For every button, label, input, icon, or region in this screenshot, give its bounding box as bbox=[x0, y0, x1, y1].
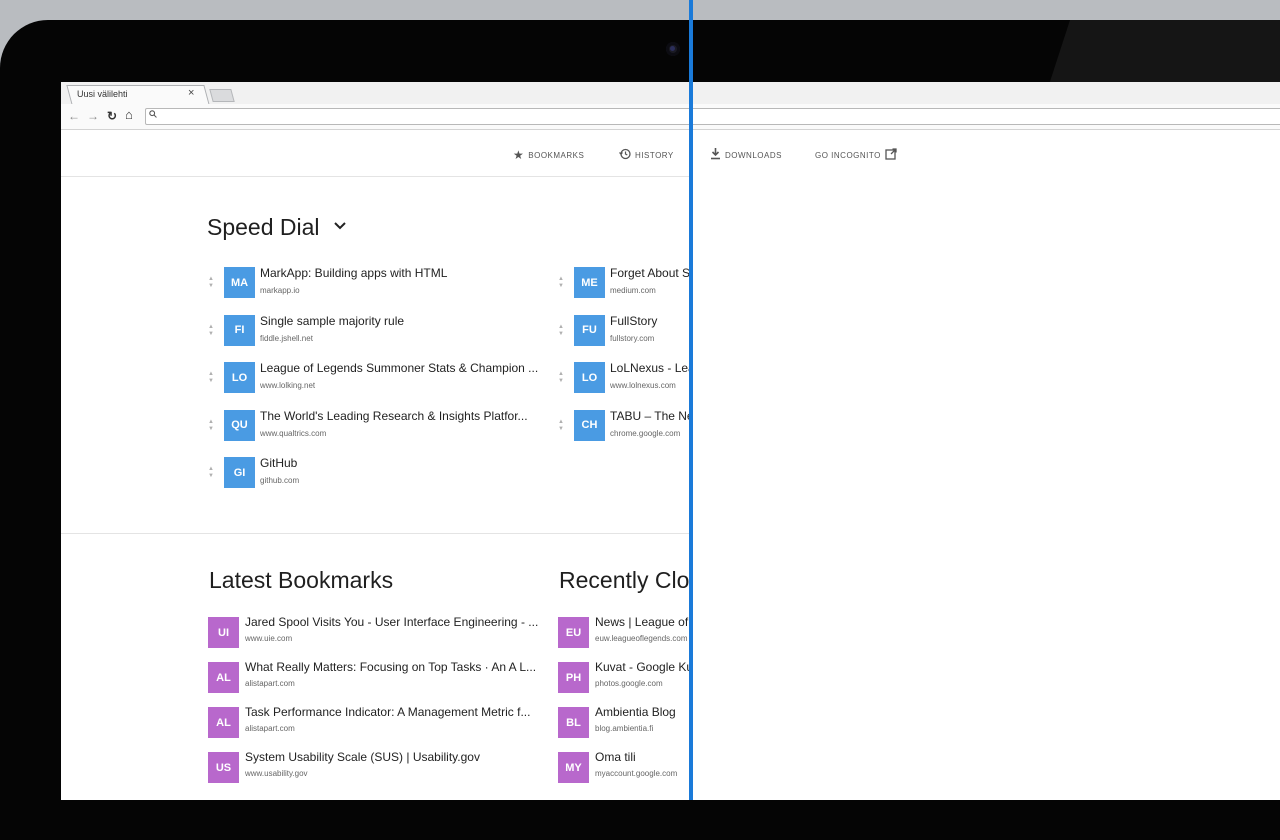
speed-dial-item-url: markapp.io bbox=[260, 286, 300, 295]
drag-handle-icon[interactable]: ▲ ▼ bbox=[208, 276, 215, 290]
speed-dial-item-title[interactable]: GitHub bbox=[260, 456, 297, 470]
bezel-glare bbox=[1047, 20, 1280, 90]
drag-handle-icon[interactable]: ▲ ▼ bbox=[208, 466, 215, 480]
list-item-url: myaccount.google.com bbox=[595, 769, 678, 778]
list-item[interactable]: UI Jared Spool Visits You - User Interfac… bbox=[208, 615, 538, 649]
list-item-title[interactable]: Task Performance Indicator: A Management… bbox=[245, 705, 530, 719]
list-item-title[interactable]: Oma tili bbox=[595, 750, 636, 764]
site-tile: MA bbox=[224, 267, 255, 298]
site-tile: BL bbox=[558, 707, 589, 738]
drag-handle-icon[interactable]: ▲ ▼ bbox=[558, 324, 565, 338]
site-tile: AL bbox=[208, 707, 239, 738]
incognito-label: GO INCOGNITO bbox=[815, 151, 881, 160]
site-tile: GI bbox=[224, 457, 255, 488]
speed-dial-item[interactable]: ▲ ▼ FU FullStory fullstory.com bbox=[558, 314, 690, 349]
list-item-url: www.uie.com bbox=[245, 634, 293, 643]
speed-dial-item-title[interactable]: League of Legends Summoner Stats & Champ… bbox=[260, 361, 538, 375]
drag-handle-icon[interactable]: ▲ ▼ bbox=[558, 371, 565, 385]
drag-handle-icon[interactable]: ▲ ▼ bbox=[208, 419, 215, 433]
speed-dial-item[interactable]: ▲ ▼ CH TABU – The Ne chrome.google.com bbox=[558, 409, 690, 444]
list-item-url: photos.google.com bbox=[595, 679, 663, 688]
site-tile: MY bbox=[558, 752, 589, 783]
drag-handle-icon[interactable]: ▲ ▼ bbox=[208, 324, 215, 338]
annotation-line bbox=[689, 0, 693, 800]
site-tile: PH bbox=[558, 662, 589, 693]
site-tile: UI bbox=[208, 617, 239, 648]
site-tile: CH bbox=[574, 409, 605, 441]
list-item-title[interactable]: System Usability Scale (SUS) | Usability… bbox=[245, 750, 480, 764]
list-item[interactable]: BL Ambientia Blog blog.ambientia.fi bbox=[558, 705, 690, 739]
list-item[interactable]: MY Oma tili myaccount.google.com bbox=[558, 750, 690, 784]
list-item-url: blog.ambientia.fi bbox=[595, 724, 654, 733]
blank-area bbox=[690, 176, 1280, 800]
drag-handle-icon[interactable]: ▲ ▼ bbox=[558, 276, 565, 290]
speed-dial-item[interactable]: ▲ ▼ LO League of Legends Summoner Stats & C… bbox=[208, 361, 538, 396]
list-item[interactable]: AL Task Performance Indicator: A Manageme… bbox=[208, 705, 538, 739]
speed-dial-item[interactable]: ▲ ▼ FI Single sample majority rule fiddle.js… bbox=[208, 314, 518, 349]
list-item-title[interactable]: Ambientia Blog bbox=[595, 705, 676, 719]
list-item[interactable]: US System Usability Scale (SUS) | Usabili… bbox=[208, 750, 538, 784]
speed-dial-item-url: fiddle.jshell.net bbox=[260, 333, 313, 343]
site-tile: US bbox=[208, 752, 239, 783]
site-tile: LO bbox=[574, 362, 605, 393]
list-item-title[interactable]: Jared Spool Visits You - User Interface … bbox=[245, 615, 538, 629]
list-item-url: www.usability.gov bbox=[245, 769, 308, 778]
speed-dial-item-title[interactable]: MarkApp: Building apps with HTML bbox=[260, 266, 447, 280]
drag-handle-icon[interactable]: ▲ ▼ bbox=[208, 371, 215, 385]
list-item[interactable]: AL What Really Matters: Focusing on Top T… bbox=[208, 660, 538, 694]
speed-dial-item-url: www.lolking.net bbox=[260, 381, 316, 390]
speed-dial-item[interactable]: ▲ ▼ GI GitHub github.com bbox=[208, 456, 518, 491]
list-item-url: euw.leagueoflegends.com bbox=[595, 634, 688, 643]
site-tile: FU bbox=[574, 314, 605, 346]
speed-dial-item-title[interactable]: Single sample majority rule bbox=[260, 314, 404, 328]
list-item[interactable]: PH Kuvat - Google Kuv photos.google.com bbox=[558, 660, 690, 694]
list-item[interactable]: EU News | League of L euw.leagueoflegends.… bbox=[558, 615, 690, 649]
speed-dial-item-url: fullstory.com bbox=[610, 333, 655, 343]
list-item-title[interactable]: What Really Matters: Focusing on Top Tas… bbox=[245, 660, 536, 674]
list-item-url: alistapart.com bbox=[245, 724, 295, 733]
speed-dial-item[interactable]: ▲ ▼ MA MarkApp: Building apps with HTML mark… bbox=[208, 266, 518, 301]
downloads-label: DOWNLOADS bbox=[725, 151, 782, 160]
site-tile: EU bbox=[558, 617, 589, 648]
speed-dial-item-title[interactable]: The World's Leading Research & Insights … bbox=[260, 409, 528, 423]
webcam bbox=[666, 42, 680, 56]
speed-dial-item[interactable]: ▲ ▼ ME Forget About Sc medium.com bbox=[558, 266, 690, 301]
site-tile: AL bbox=[208, 662, 239, 693]
speed-dial-item-url: www.qualtrics.com bbox=[260, 428, 327, 438]
incognito-link[interactable]: GO INCOGNITO bbox=[815, 148, 897, 163]
drag-handle-icon[interactable]: ▲ ▼ bbox=[558, 419, 565, 433]
speed-dial-item-url: chrome.google.com bbox=[610, 428, 681, 438]
speed-dial-item[interactable]: ▲ ▼ QU The World's Leading Research & Insig… bbox=[208, 409, 528, 444]
speed-dial-item-url: github.com bbox=[260, 476, 300, 485]
speed-dial-item[interactable]: ▲ ▼ LO LoLNexus - Lea www.lolnexus.com bbox=[558, 361, 690, 396]
speed-dial-item-url: medium.com bbox=[610, 286, 656, 295]
list-item-title[interactable]: Kuvat - Google Kuv bbox=[595, 660, 690, 674]
recently-closed-title: Recently Clo bbox=[559, 567, 690, 593]
speed-dial-item-title[interactable]: FullStory bbox=[610, 314, 657, 328]
download-icon bbox=[710, 148, 721, 163]
external-link-icon bbox=[885, 148, 897, 163]
list-item-title[interactable]: News | League of L bbox=[595, 615, 690, 629]
browser-screen: Uusi välilehti × ← → ↻ ⌂ ★ BOOKMARKS HIS… bbox=[61, 82, 1280, 800]
speed-dial-item-title[interactable]: LoLNexus - Lea bbox=[610, 361, 690, 375]
site-tile: ME bbox=[574, 267, 605, 298]
speed-dial-item-url: www.lolnexus.com bbox=[610, 381, 676, 390]
speed-dial-item-title[interactable]: Forget About Sc bbox=[610, 266, 690, 280]
site-tile: LO bbox=[224, 362, 255, 393]
site-tile: FI bbox=[224, 314, 255, 346]
chevron-down-icon[interactable] bbox=[334, 217, 346, 233]
list-item-url: alistapart.com bbox=[245, 679, 295, 688]
content-area: Speed Dial ▲ ▼ MA MarkApp: Building apps wi… bbox=[61, 82, 690, 800]
speed-dial-title: Speed Dial bbox=[207, 214, 320, 240]
downloads-link[interactable]: DOWNLOADS bbox=[710, 148, 782, 163]
site-tile: QU bbox=[224, 409, 255, 441]
latest-bookmarks-title: Latest Bookmarks bbox=[209, 567, 394, 593]
speed-dial-item-title[interactable]: TABU – The Ne bbox=[610, 409, 690, 423]
section-divider bbox=[61, 533, 690, 534]
